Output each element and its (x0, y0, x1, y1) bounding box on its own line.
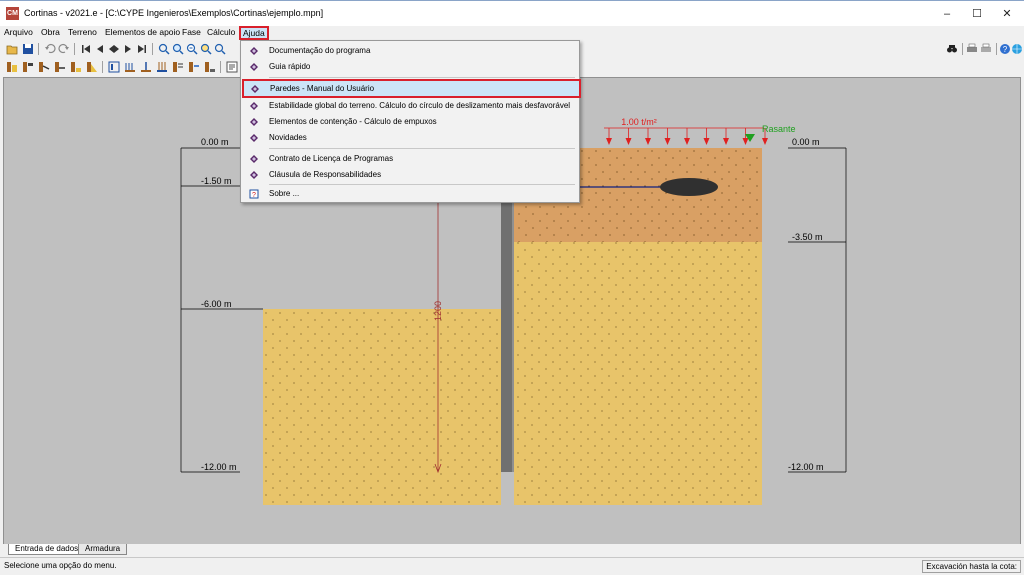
about-icon: ? (249, 189, 259, 199)
right-level-1: -3.50 m (792, 232, 823, 242)
left-level-3: -12.00 m (201, 462, 237, 472)
load-arrow-head (664, 138, 671, 145)
globe-icon[interactable] (1011, 43, 1023, 55)
anchor-icon[interactable] (38, 61, 50, 73)
zoom-previous-icon[interactable] (214, 43, 226, 55)
redo-icon[interactable] (58, 43, 70, 55)
load-arrow-head (723, 138, 729, 145)
left-level-1: -1.50 m (201, 176, 232, 186)
water-level-icon[interactable] (188, 61, 200, 73)
minimize-button[interactable]: – (932, 3, 962, 25)
right-level-0: 0.00 m (792, 137, 820, 147)
menu-fase[interactable]: Fase (182, 27, 201, 37)
status-bar: Selecione uma opção do menu. Excavación … (0, 557, 1024, 575)
foundation-icon[interactable] (204, 61, 216, 73)
zoom-window-icon[interactable] (158, 43, 170, 55)
menu-ajuda[interactable]: Ajuda (239, 26, 269, 40)
binoculars-icon[interactable] (946, 43, 958, 55)
menu-calculo[interactable]: Cálculo (207, 27, 235, 37)
slab-icon[interactable] (54, 61, 66, 73)
menu-terreno[interactable]: Terreno (68, 27, 97, 37)
status-excavation-field: Excavación hasta la cota: (922, 560, 1021, 573)
right-level-2: -12.00 m (788, 462, 824, 472)
open-folder-icon[interactable] (6, 43, 18, 55)
tab-entrada-de-dados[interactable]: Entrada de dados (8, 544, 86, 555)
retaining-wall[interactable] (501, 198, 512, 472)
book-icon (250, 155, 258, 163)
book-icon (250, 118, 258, 126)
load-arrow-head (625, 138, 632, 145)
excavation-icon[interactable] (70, 61, 82, 73)
menu-item-novidades[interactable]: Novidades (241, 130, 579, 146)
help-icon[interactable]: ? (999, 43, 1011, 55)
point-load-icon[interactable] (140, 61, 152, 73)
properties-icon[interactable] (226, 61, 238, 73)
wall-icon[interactable] (6, 61, 18, 73)
menu-arquivo[interactable]: Arquivo (4, 27, 33, 37)
app-icon: CM (6, 7, 19, 20)
menu-bar: Arquivo Obra Terreno Elementos de apoio … (0, 26, 1024, 40)
load-arrow-head (645, 138, 651, 145)
menu-item-estabilidade-global[interactable]: Estabilidade global do terreno. Cálculo … (241, 98, 579, 114)
load-arrow-head (684, 138, 690, 145)
left-level-2: -6.00 m (201, 299, 232, 309)
svg-text:?: ? (252, 192, 256, 199)
load-arrow-head (762, 138, 768, 145)
strip-load-icon[interactable] (156, 61, 168, 73)
zoom-in-icon[interactable] (172, 43, 184, 55)
menu-elementos-de-apoio[interactable]: Elementos de apoio (105, 27, 180, 37)
close-button[interactable]: ✕ (992, 3, 1022, 25)
maximize-button[interactable]: ☐ (962, 3, 992, 25)
zoom-out-icon[interactable] (186, 43, 198, 55)
zoom-all-icon[interactable] (200, 43, 212, 55)
all-phases-icon[interactable] (108, 43, 120, 55)
menu-item-elementos-contencao[interactable]: Elementos de contenção - Cálculo de empu… (241, 114, 579, 130)
menu-item-guia-rapido[interactable]: Guia rápido (241, 59, 579, 75)
menu-item-clausula-responsabilidades[interactable]: Cláusula de Responsabilidades (241, 167, 579, 183)
rasante-label: Rasante (762, 124, 796, 134)
book-icon (250, 102, 258, 110)
phase-icon[interactable] (108, 61, 120, 73)
anchor-bulb[interactable] (660, 178, 718, 196)
left-level-0: 0.00 m (201, 137, 229, 147)
load-icon[interactable] (124, 61, 136, 73)
load-arrow-head (606, 138, 612, 145)
book-icon (251, 85, 259, 93)
undo-icon[interactable] (44, 43, 56, 55)
window-title: Cortinas - v2021.e - [C:\CYPE Ingenieros… (24, 8, 324, 18)
menu-item-paredes-manual[interactable]: Paredes - Manual do Usuário (242, 79, 581, 98)
line-load-icon[interactable] (172, 61, 184, 73)
book-icon (250, 63, 258, 71)
status-message: Selecione uma opção do menu. (4, 561, 117, 570)
title-bar: CM Cortinas - v2021.e - [C:\CYPE Ingenie… (0, 0, 1024, 26)
next-phase-icon[interactable] (122, 43, 134, 55)
print-preview-icon[interactable] (980, 43, 992, 55)
menu-item-documentacao[interactable]: Documentação do programa (241, 43, 579, 59)
help-menu-dropdown: Documentação do programa Guia rápido Par… (240, 40, 581, 203)
first-phase-icon[interactable] (80, 43, 92, 55)
right-level-scale (788, 147, 847, 473)
save-icon[interactable] (22, 43, 34, 55)
menu-item-contrato-licenca[interactable]: Contrato de Licença de Programas (241, 151, 579, 167)
berm-icon[interactable] (86, 61, 98, 73)
load-arrow-head (703, 138, 710, 145)
wall-length-label: 1200 (433, 301, 443, 321)
load-arrow-head (742, 138, 749, 145)
load-label: 1.00 t/m² (621, 117, 657, 127)
view-tabs: Entrada de dados Armadura (0, 544, 1024, 556)
last-phase-icon[interactable] (136, 43, 148, 55)
svg-text:?: ? (1003, 45, 1008, 54)
tab-armadura[interactable]: Armadura (78, 544, 128, 555)
strut-icon[interactable] (22, 61, 34, 73)
book-icon (250, 47, 258, 55)
print-icon[interactable] (966, 43, 978, 55)
menu-obra[interactable]: Obra (41, 27, 60, 37)
book-icon (250, 134, 258, 142)
menu-item-sobre[interactable]: ? Sobre ... (241, 186, 579, 202)
previous-phase-icon[interactable] (94, 43, 106, 55)
book-icon (250, 171, 258, 179)
